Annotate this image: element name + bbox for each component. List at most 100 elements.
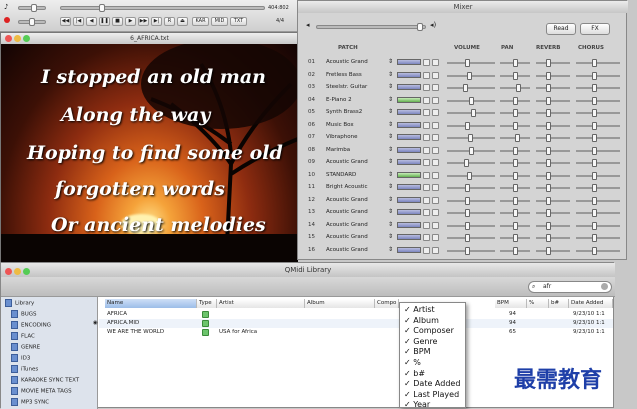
table-row[interactable]	[99, 310, 613, 319]
chorus-slider[interactable]	[576, 174, 620, 177]
reverb-knob[interactable]	[545, 134, 551, 142]
rewind-button[interactable]: ◀◀	[60, 17, 71, 26]
menu-item[interactable]: ✓ Genre	[404, 337, 437, 346]
mute-button[interactable]	[423, 171, 430, 179]
volume-slider[interactable]	[447, 62, 495, 64]
reverb-knob[interactable]	[545, 184, 551, 192]
sidebar-item[interactable]: ID3	[11, 354, 30, 362]
sidebar-item[interactable]: ENCODING	[11, 321, 51, 329]
sidebar-item[interactable]: Library	[5, 299, 34, 307]
reverb-slider[interactable]	[536, 124, 570, 127]
pan-knob[interactable]	[513, 121, 518, 130]
reverb-slider[interactable]	[536, 199, 570, 202]
volume-knob[interactable]	[465, 221, 471, 230]
fx-button[interactable]: FX	[580, 23, 610, 35]
column-header[interactable]: Album	[305, 299, 375, 308]
reverb-slider[interactable]	[536, 237, 570, 239]
stop-button[interactable]: ■	[112, 17, 123, 26]
solo-button[interactable]	[432, 121, 439, 129]
tempo-slider[interactable]	[18, 18, 46, 26]
reverb-slider[interactable]	[536, 99, 570, 102]
volume-knob[interactable]	[471, 109, 477, 117]
volume-slider[interactable]	[447, 212, 495, 214]
solo-button[interactable]	[432, 234, 439, 241]
mute-button[interactable]	[423, 234, 430, 241]
patch-dropdown-icon[interactable]: ⇕	[388, 133, 393, 140]
sidebar-item[interactable]: iTunes	[11, 365, 38, 373]
volume-knob[interactable]	[463, 84, 469, 92]
read-button[interactable]: Read	[546, 23, 576, 35]
menu-item[interactable]: ✓ b#	[404, 369, 425, 378]
prev-button[interactable]: |◀	[73, 17, 84, 26]
reverb-knob[interactable]	[545, 196, 551, 205]
solo-button[interactable]	[432, 221, 439, 229]
mute-button[interactable]	[423, 84, 430, 91]
volume-knob[interactable]	[464, 159, 470, 167]
volume-knob[interactable]	[465, 209, 471, 217]
column-header[interactable]: %	[527, 299, 549, 308]
patch-dropdown-icon[interactable]: ⇕	[388, 121, 393, 128]
solo-button[interactable]	[432, 171, 439, 179]
solo-button[interactable]	[432, 209, 439, 216]
sidebar-item[interactable]: FLAC	[11, 332, 35, 340]
column-header[interactable]: BPM	[495, 299, 527, 308]
reverb-knob[interactable]	[545, 121, 551, 130]
reverb-knob[interactable]	[545, 171, 551, 180]
channel-patch[interactable]: E-Piano 2	[326, 97, 352, 103]
volume-knob[interactable]	[466, 171, 472, 180]
chorus-slider[interactable]	[576, 149, 620, 152]
volume-slider[interactable]	[447, 187, 495, 189]
chorus-slider[interactable]	[576, 87, 620, 89]
pan-knob[interactable]	[513, 96, 518, 105]
chorus-knob[interactable]	[591, 84, 597, 92]
channel-patch[interactable]: Music Box	[326, 122, 354, 128]
menu-item[interactable]: ✓ Artist	[404, 305, 435, 314]
pan-knob[interactable]	[513, 184, 518, 192]
volume-knob[interactable]	[469, 146, 474, 155]
solo-button[interactable]	[432, 246, 439, 254]
reverb-slider[interactable]	[536, 137, 570, 139]
reverb-knob[interactable]	[545, 234, 551, 242]
patch-dropdown-icon[interactable]: ⇕	[388, 146, 393, 153]
solo-button[interactable]	[432, 184, 439, 191]
chorus-knob[interactable]	[591, 134, 597, 142]
pan-knob[interactable]	[513, 59, 518, 67]
reverb-knob[interactable]	[545, 159, 551, 167]
reverb-slider[interactable]	[536, 112, 570, 114]
solo-button[interactable]	[432, 96, 439, 104]
solo-button[interactable]	[432, 159, 439, 166]
reverb-slider[interactable]	[536, 212, 570, 214]
channel-patch[interactable]: Marimba	[326, 147, 350, 153]
column-header[interactable]: Artist	[217, 299, 305, 308]
channel-patch[interactable]: STANDARD	[326, 172, 356, 178]
sidebar-item[interactable]: MOVIE META TAGS	[11, 387, 72, 395]
volume-knob[interactable]	[469, 96, 474, 105]
chorus-knob[interactable]	[591, 146, 597, 155]
chorus-slider[interactable]	[576, 99, 620, 102]
volume-slider[interactable]	[18, 4, 46, 12]
reverb-slider[interactable]	[536, 62, 570, 64]
pan-knob[interactable]	[513, 109, 518, 117]
chorus-knob[interactable]	[591, 159, 597, 167]
channel-patch[interactable]: Synth Brass2	[326, 109, 362, 115]
volume-knob[interactable]	[465, 196, 471, 205]
channel-patch[interactable]: Fretless Bass	[326, 72, 362, 78]
patch-dropdown-icon[interactable]: ⇕	[388, 246, 393, 253]
volume-slider[interactable]	[447, 249, 495, 252]
mute-button[interactable]	[423, 221, 430, 229]
mute-button[interactable]	[423, 109, 430, 116]
volume-slider[interactable]	[447, 199, 495, 202]
pan-knob[interactable]	[513, 196, 518, 205]
menu-item[interactable]: ✓ Composer	[404, 326, 454, 335]
channel-patch[interactable]: Vibraphone	[326, 134, 358, 140]
patch-dropdown-icon[interactable]: ⇕	[388, 83, 393, 90]
reverb-slider[interactable]	[536, 162, 570, 164]
reverb-knob[interactable]	[545, 71, 551, 80]
chorus-knob[interactable]	[591, 221, 597, 230]
pan-knob[interactable]	[513, 171, 518, 180]
column-header[interactable]: Type	[197, 299, 217, 308]
menu-item[interactable]: ✓ BPM	[404, 347, 430, 356]
channel-patch[interactable]: Acoustic Grand	[326, 209, 368, 215]
solo-button[interactable]	[432, 196, 439, 204]
play-button[interactable]: ▶	[125, 17, 136, 26]
